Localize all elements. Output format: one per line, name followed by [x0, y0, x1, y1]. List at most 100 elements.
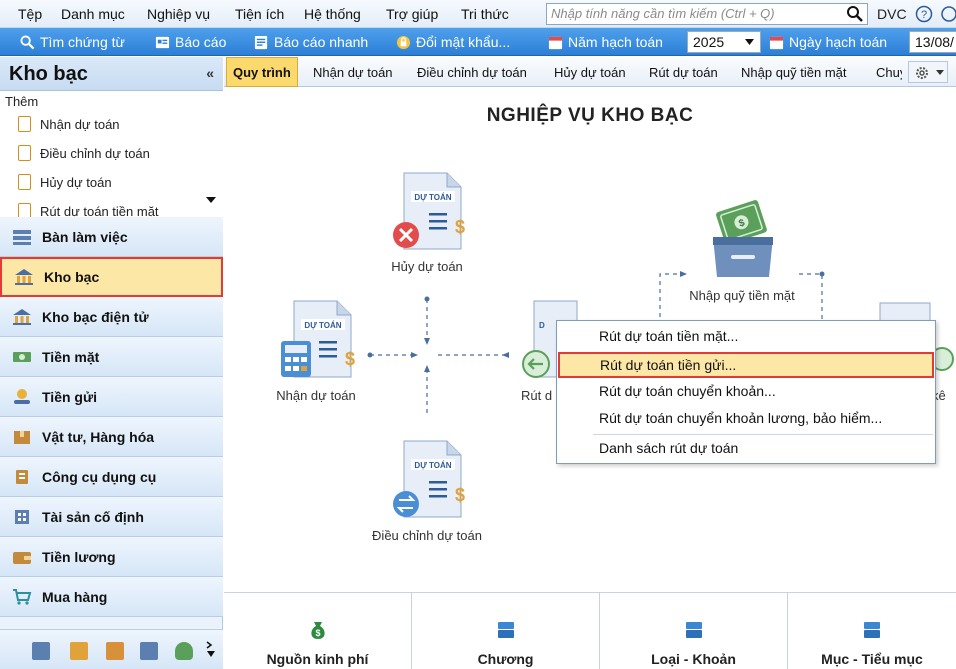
- tab-transfer[interactable]: Chuy: [876, 57, 902, 87]
- search-icon: [20, 34, 35, 49]
- nav-payroll[interactable]: Tiền lương: [0, 537, 223, 577]
- budget-adjust-icon: DỰ TOÁN $: [393, 440, 465, 518]
- tab-process[interactable]: Quy trình: [226, 57, 298, 87]
- quick-report-icon: [254, 35, 268, 49]
- add-item-receive-budget[interactable]: Nhận dự toán: [18, 116, 120, 132]
- document-icon[interactable]: [106, 642, 124, 660]
- cash-in-label[interactable]: Nhập quỹ tiền mặt: [677, 288, 807, 303]
- cancel-budget-label[interactable]: Hủy dự toán: [374, 259, 480, 274]
- tray-icon: [864, 622, 880, 638]
- nav-treasury[interactable]: Kho bạc: [0, 257, 223, 297]
- menu-system[interactable]: Hệ thống: [304, 6, 361, 22]
- find-voucher-label: Tìm chứng từ: [40, 34, 125, 50]
- shield-icon[interactable]: [175, 642, 193, 660]
- find-voucher-button[interactable]: Tìm chứng từ: [20, 32, 125, 52]
- withdraw-budget-label[interactable]: Rút d: [521, 388, 561, 403]
- budget-cancel-icon: DỰ TOÁN $: [393, 172, 465, 250]
- cart-icon: [13, 588, 32, 605]
- menu-item-withdraw-salary-insurance[interactable]: Rút dự toán chuyển khoản lương, bảo hiểm…: [558, 406, 934, 432]
- feature-search-input[interactable]: Nhập tính năng cần tìm kiếm (Ctrl + Q): [546, 3, 868, 25]
- fiscal-year-value: 2025: [693, 34, 725, 50]
- search-icon[interactable]: [846, 5, 864, 23]
- tab-cancel-budget[interactable]: Hủy dự toán: [554, 57, 626, 87]
- help-icon[interactable]: ?: [915, 5, 933, 23]
- posting-date-label: Ngày hạch toán: [789, 34, 888, 50]
- report-label: Báo cáo: [175, 34, 227, 50]
- sidebar-shortcuts: [0, 629, 223, 669]
- cash-in-node[interactable]: $: [707, 199, 779, 284]
- nav-desk[interactable]: Bàn làm việc: [0, 217, 223, 257]
- clock-icon[interactable]: [940, 5, 956, 23]
- sidebar-header: Kho bạc «: [0, 57, 223, 91]
- tab-settings-button[interactable]: [908, 61, 948, 83]
- tab-adjust-budget[interactable]: Điều chỉnh dự toán: [417, 57, 527, 87]
- add-item-withdraw-cash[interactable]: Rút dự toán tiền mặt: [18, 203, 159, 217]
- card-section-subsection[interactable]: Mục - Tiểu mục: [788, 593, 956, 669]
- nav-inventory[interactable]: Vật tư, Hàng hóa: [0, 417, 223, 457]
- tray-icon: [685, 622, 702, 638]
- card-funding-source-label: Nguồn kinh phí: [266, 651, 369, 667]
- change-password-label: Đổi mật khẩu...: [416, 34, 511, 50]
- menu-catalog[interactable]: Danh mục: [61, 6, 125, 22]
- add-item-adjust-budget[interactable]: Điều chỉnh dự toán: [18, 145, 150, 161]
- menu-item-withdraw-transfer[interactable]: Rút dự toán chuyển khoản...: [558, 379, 934, 405]
- scroll-down-icon[interactable]: [206, 197, 216, 203]
- menu-operations[interactable]: Nghiệp vụ: [147, 6, 210, 22]
- menu-item-withdraw-list[interactable]: Danh sách rút dự toán: [558, 436, 934, 462]
- report-button[interactable]: Báo cáo: [155, 32, 226, 52]
- dvc-label[interactable]: DVC: [877, 6, 907, 22]
- nav-e-treasury[interactable]: Kho bạc điện tử: [0, 297, 223, 337]
- card-chapter-label: Chương: [477, 651, 534, 667]
- nav-fixed-assets[interactable]: Tài sản cố định: [0, 497, 223, 537]
- menu-help[interactable]: Trợ giúp: [386, 6, 438, 22]
- nav-purchasing[interactable]: Mua hàng: [0, 577, 223, 617]
- card-type-item[interactable]: Loại - Khoản: [600, 593, 788, 669]
- cash-deposit-icon: $: [713, 200, 773, 277]
- withdraw-budget-context-menu: Rút dự toán tiền mặt... Rút dự toán tiền…: [556, 320, 936, 464]
- add-item-cancel-budget[interactable]: Hủy dự toán: [18, 174, 112, 190]
- tab-bar: Quy trình Nhận dự toán Điều chỉnh dự toá…: [224, 57, 956, 87]
- doc-title-label: DỰ TOÁN: [414, 461, 451, 470]
- cancel-budget-node[interactable]: DỰ TOÁN $: [389, 171, 465, 256]
- svg-text:$: $: [455, 485, 465, 505]
- receive-budget-label[interactable]: Nhận dự toán: [266, 388, 366, 403]
- card-chapter[interactable]: Chương: [412, 593, 600, 669]
- tab-cash-deposit[interactable]: Nhập quỹ tiền mặt: [741, 57, 847, 87]
- change-password-button[interactable]: Đổi mật khẩu...: [396, 32, 510, 52]
- e-bank-icon: [13, 308, 31, 325]
- document-icon: [18, 174, 31, 190]
- nav-tools[interactable]: Công cụ dụng cụ: [0, 457, 223, 497]
- svg-text:D: D: [539, 321, 545, 330]
- save-icon[interactable]: [32, 642, 50, 660]
- more-chevrons-icon[interactable]: [205, 640, 217, 660]
- menu-file[interactable]: Tệp: [18, 6, 42, 22]
- box-icon: [14, 430, 30, 444]
- fiscal-year-select[interactable]: 2025: [687, 31, 761, 53]
- calculator-icon[interactable]: [70, 642, 88, 660]
- posting-date-input[interactable]: 13/08/: [909, 31, 956, 53]
- menu-utilities[interactable]: Tiện ích: [235, 6, 284, 22]
- menu-item-withdraw-deposit[interactable]: Rút dự toán tiền gửi...: [558, 352, 934, 378]
- menu-item-withdraw-cash[interactable]: Rút dự toán tiền mặt...: [558, 324, 934, 350]
- quick-report-label: Báo cáo nhanh: [274, 34, 369, 50]
- nav-cash[interactable]: Tiền mặt: [0, 337, 223, 377]
- menu-bar: Tệp Danh mục Nghiệp vụ Tiện ích Hệ thống…: [0, 0, 956, 28]
- collapse-sidebar-icon[interactable]: «: [206, 65, 214, 81]
- adjust-budget-label[interactable]: Điều chỉnh dự toán: [364, 528, 490, 543]
- quick-report-button[interactable]: Báo cáo nhanh: [254, 32, 368, 52]
- edit-icon[interactable]: [140, 642, 158, 660]
- nav-deposit[interactable]: Tiền gửi: [0, 377, 223, 417]
- report-icon: [155, 36, 170, 48]
- tab-receive-budget[interactable]: Nhận dự toán: [313, 57, 393, 87]
- wallet-icon: [13, 551, 31, 564]
- posting-date-value: 13/08/: [915, 34, 954, 50]
- add-panel-label: Thêm: [5, 94, 39, 109]
- tab-withdraw-budget[interactable]: Rút dự toán: [649, 57, 718, 87]
- card-type-item-label: Loại - Khoản: [651, 651, 736, 667]
- lock-icon: [396, 35, 411, 49]
- adjust-budget-node[interactable]: DỰ TOÁN $: [389, 439, 465, 524]
- building-icon: [15, 509, 29, 524]
- menu-knowledge[interactable]: Tri thức: [461, 6, 509, 22]
- receive-budget-node[interactable]: DỰ TOÁN $: [279, 299, 355, 384]
- card-funding-source[interactable]: $ Nguồn kinh phí: [224, 593, 412, 669]
